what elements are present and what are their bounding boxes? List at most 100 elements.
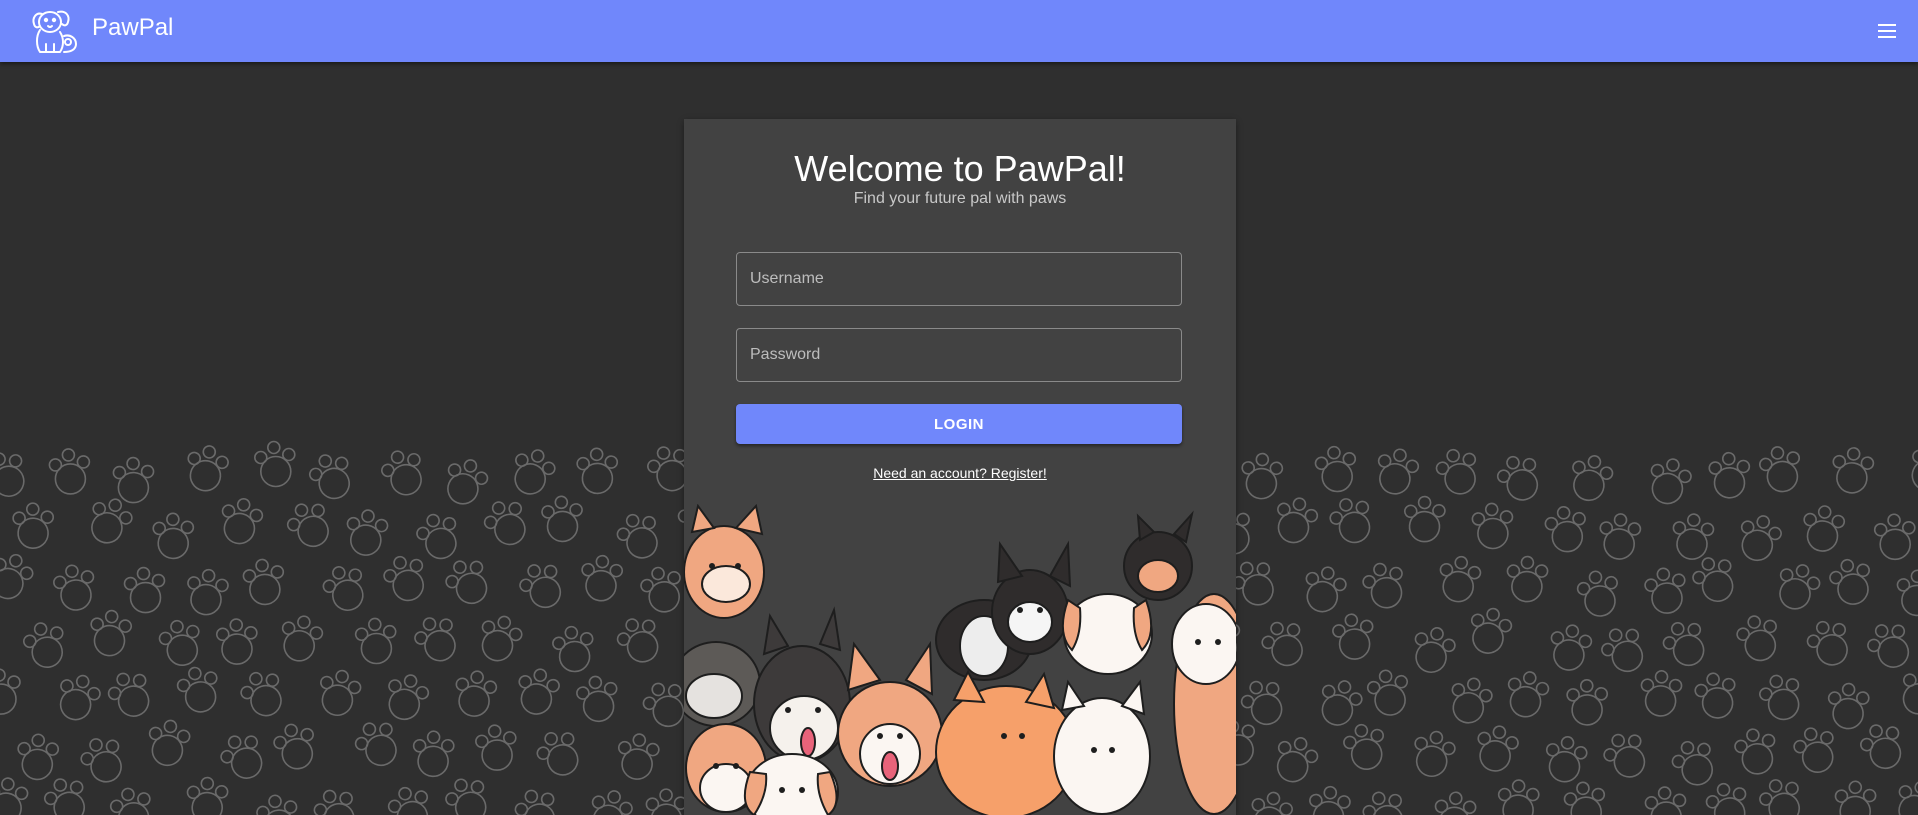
paw-print-icon [1543,504,1589,554]
paw-print-icon [80,490,138,551]
paw-print-icon [354,617,397,665]
username-input[interactable] [737,253,1181,305]
dog-logo-icon[interactable] [28,6,80,56]
paw-print-icon [1500,666,1553,722]
paw-print-icon [181,565,232,619]
paw-print-icon [1861,616,1918,676]
paw-print-icon [511,664,563,719]
group-of-dogs-illustration [684,504,1236,815]
paw-print-icon [1494,777,1541,815]
paw-print-icon [449,666,500,721]
paw-print-icon [10,501,55,551]
hamburger-menu-icon[interactable] [1876,20,1898,42]
paw-print-icon [174,663,223,716]
paw-print-icon [270,720,320,773]
paw-print-icon [1644,785,1687,815]
paw-print-icon [253,440,296,488]
paw-print-icon [1267,491,1323,549]
paw-print-icon [1637,667,1684,719]
paw-print-icon [408,610,464,669]
paw-print-icon [48,448,91,495]
paw-print-icon [1304,782,1353,815]
paw-print-icon [1828,444,1877,497]
paw-print-icon [1732,726,1779,777]
paw-print-icon [242,557,286,606]
paw-print-icon [376,444,430,501]
paw-print-icon [1470,720,1523,777]
paw-print-icon [582,784,637,815]
paw-print-icon [575,674,620,724]
register-link[interactable]: Need an account? Register! [684,465,1236,481]
password-field[interactable] [736,328,1182,382]
paw-print-icon [184,775,230,815]
paw-print-icon [1790,723,1841,778]
welcome-subtitle: Find your future pal with paws [853,190,1067,207]
paw-print-icon [1503,553,1550,605]
paw-print-icon [379,550,432,607]
paw-print-icon [341,506,391,559]
paw-print-icon [478,493,535,553]
paw-print-icon [551,624,596,674]
paw-print-icon [1492,449,1546,507]
brand-title[interactable]: PawPal [92,13,173,43]
paw-print-icon [1433,552,1484,607]
paw-print-icon [274,610,327,667]
paw-print-icon [0,668,21,715]
paw-print-icon [1359,558,1409,613]
paw-print-icon [1266,729,1324,789]
paw-print-icon [123,566,166,614]
paw-print-icon [1597,726,1654,785]
paw-print-icon [1244,786,1297,815]
login-button[interactable]: LOGIN [736,404,1182,444]
paw-print-icon [384,782,436,815]
paw-print-icon [1666,734,1721,792]
paw-print-icon [49,668,106,727]
paw-print-icon [1692,670,1739,721]
paw-print-icon [611,507,666,565]
paw-print-icon [412,508,464,564]
paw-print-icon [1311,673,1368,732]
paw-print-icon [1401,494,1447,544]
paw-print-icon [1432,444,1483,499]
paw-print-icon [1703,779,1752,815]
paw-print-icon [180,440,232,496]
paw-print-icon [1313,444,1358,494]
paw-print-icon [1470,501,1514,550]
paw-print-icon [637,563,687,617]
paw-print-icon [1643,566,1688,616]
paw-print-icon [1369,443,1423,500]
paw-print-icon [577,552,625,604]
paw-print-icon [1430,788,1479,815]
paw-print-icon [39,772,93,815]
paw-print-icon [1657,614,1713,673]
paw-print-icon [280,495,338,555]
username-field[interactable] [736,252,1182,306]
paw-print-icon [540,494,584,543]
paw-print-icon [513,556,570,616]
paw-print-icon [1462,602,1516,659]
paw-print-icon [530,723,587,783]
paw-print-icon [1544,620,1595,675]
paw-print-icon [440,771,495,815]
paw-print-icon [1564,677,1609,727]
paw-print-icon [574,446,619,496]
paw-print-icon [1595,510,1643,563]
paw-print-icon [1595,620,1652,680]
paw-print-icon [504,442,561,501]
password-input[interactable] [737,329,1181,381]
paw-print-icon [1406,725,1460,782]
paw-print-icon [308,783,363,815]
paw-print-icon [20,618,70,672]
paw-print-icon [1769,557,1826,616]
app-bar: PawPal [0,0,1918,62]
paw-print-icon [1872,512,1917,561]
paw-print-icon [304,448,358,505]
paw-print-icon [643,787,689,815]
paw-print-icon [1668,510,1717,563]
paw-print-icon [142,715,194,770]
paw-print-icon [85,606,135,660]
paw-print-icon [214,727,271,787]
paw-print-icon [1331,612,1376,661]
paw-print-icon [1540,732,1591,787]
paw-print-icon [1442,671,1497,729]
